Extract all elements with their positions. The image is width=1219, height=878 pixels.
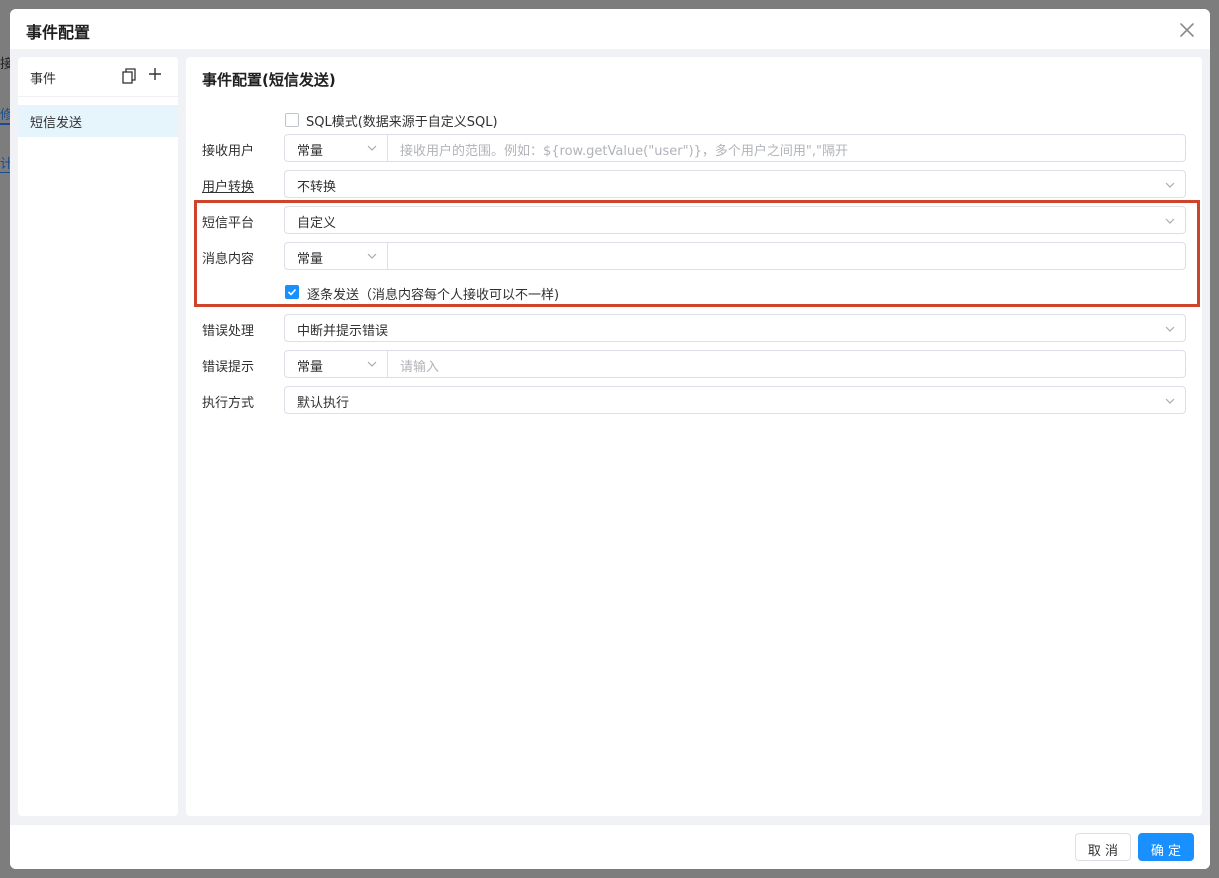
send-individually-row: 逐条发送（消息内容每个人接收可以不一样) <box>186 278 1202 306</box>
user-convert-select[interactable]: 不转换 <box>284 170 1186 198</box>
error-handling-row: 错误处理 中断并提示错误 <box>186 314 1202 342</box>
exec-mode-select[interactable]: 默认执行 <box>284 386 1186 414</box>
chevron-down-icon <box>1165 182 1175 188</box>
form-title: 事件配置(短信发送) <box>202 71 336 89</box>
dialog-header: 事件配置 <box>10 9 1210 49</box>
message-mode-value: 常量 <box>297 252 324 267</box>
exec-mode-row: 执行方式 默认执行 <box>186 386 1202 414</box>
chevron-down-icon <box>367 361 377 367</box>
error-tip-mode-select[interactable]: 常量 <box>285 351 388 377</box>
event-list-panel: 事件 短信发送 <box>18 57 178 816</box>
error-handling-value: 中断并提示错误 <box>297 324 389 339</box>
sms-platform-label: 短信平台 <box>202 216 255 231</box>
chevron-down-icon <box>1165 326 1175 332</box>
close-icon[interactable] <box>1176 19 1198 41</box>
exec-mode-value: 默认执行 <box>297 396 350 411</box>
chevron-down-icon <box>367 253 377 259</box>
user-convert-value: 不转换 <box>297 180 337 195</box>
error-handling-label: 错误处理 <box>202 324 255 339</box>
cancel-button[interactable]: 取 消 <box>1075 833 1131 861</box>
event-config-dialog: 事件配置 事件 短信发送 事件配置(短信发送) SQL模式(数据来源于自定义SQ… <box>10 9 1210 869</box>
receiver-mode-select[interactable]: 常量 <box>285 135 388 161</box>
message-input-group: 常量 <box>284 242 1186 270</box>
receiver-mode-value: 常量 <box>297 144 324 159</box>
error-tip-input[interactable]: 请输入 <box>388 351 1185 377</box>
event-list-header: 事件 <box>18 57 178 97</box>
event-list-title: 事件 <box>30 72 57 87</box>
message-label: 消息内容 <box>202 252 255 267</box>
message-input[interactable] <box>388 243 1185 269</box>
error-tip-label: 错误提示 <box>202 360 255 375</box>
exec-mode-label: 执行方式 <box>202 396 255 411</box>
receiver-input[interactable]: 接收用户的范围。例如：${row.getValue("user")}，多个用户之… <box>388 135 1185 161</box>
message-mode-select[interactable]: 常量 <box>285 243 388 269</box>
dialog-footer: 取 消 确 定 <box>10 825 1210 869</box>
sms-platform-value: 自定义 <box>297 216 337 231</box>
receiver-label: 接收用户 <box>202 144 255 159</box>
receiver-input-group: 常量 接收用户的范围。例如：${row.getValue("user")}，多个… <box>284 134 1186 162</box>
chevron-down-icon <box>1165 398 1175 404</box>
user-convert-label[interactable]: 用户转换 <box>202 176 254 195</box>
copy-icon[interactable] <box>122 68 136 84</box>
event-list-item[interactable]: 短信发送 <box>18 105 178 137</box>
sql-mode-checkbox[interactable] <box>285 113 299 127</box>
send-individually-label: 逐条发送（消息内容每个人接收可以不一样) <box>307 288 560 303</box>
confirm-button[interactable]: 确 定 <box>1138 833 1194 861</box>
sql-mode-label: SQL模式(数据来源于自定义SQL) <box>306 115 498 130</box>
check-icon <box>287 288 297 296</box>
error-tip-input-group: 常量 请输入 <box>284 350 1186 378</box>
event-form-panel: 事件配置(短信发送) SQL模式(数据来源于自定义SQL) 接收用户 常量 接收… <box>186 57 1202 816</box>
chevron-down-icon <box>367 145 377 151</box>
message-row: 消息内容 常量 <box>186 242 1202 270</box>
chevron-down-icon <box>1165 218 1175 224</box>
add-icon[interactable] <box>147 66 163 82</box>
error-tip-mode-value: 常量 <box>297 360 324 375</box>
error-handling-select[interactable]: 中断并提示错误 <box>284 314 1186 342</box>
error-tip-row: 错误提示 常量 请输入 <box>186 350 1202 378</box>
sql-mode-row: SQL模式(数据来源于自定义SQL) <box>186 105 1202 133</box>
receiver-row: 接收用户 常量 接收用户的范围。例如：${row.getValue("user"… <box>186 134 1202 162</box>
sms-platform-row: 短信平台 自定义 <box>186 206 1202 234</box>
user-convert-row: 用户转换 不转换 <box>186 170 1202 198</box>
send-individually-checkbox[interactable] <box>285 285 299 299</box>
dialog-title: 事件配置 <box>26 23 91 42</box>
sms-platform-select[interactable]: 自定义 <box>284 206 1186 234</box>
dialog-body: 事件 短信发送 事件配置(短信发送) SQL模式(数据来源于自定义SQL) 接收… <box>10 49 1210 825</box>
